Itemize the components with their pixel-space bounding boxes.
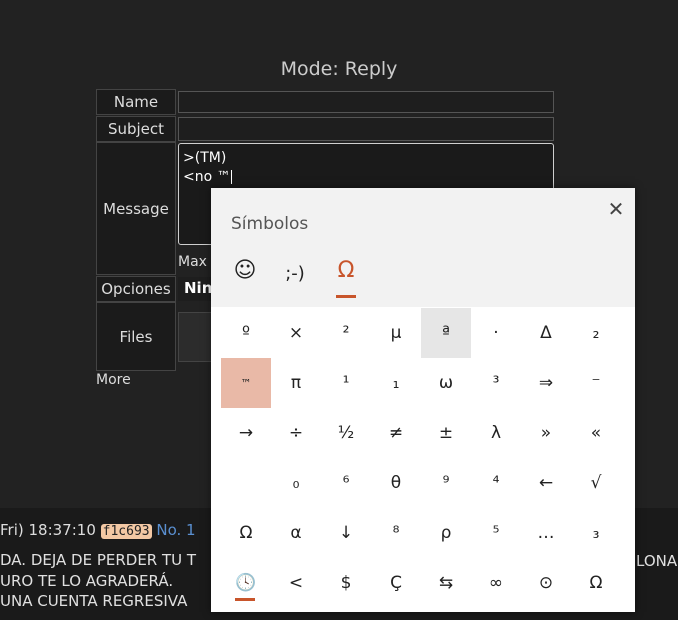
symbol-cell[interactable]: π xyxy=(271,358,321,408)
post-text-line-1: DA. DEJA DE PERDER TU T xyxy=(0,551,197,569)
post-text-line-3: UNA CUENTA REGRESIVA xyxy=(0,592,188,610)
symbol-cell[interactable]: ³ xyxy=(471,358,521,408)
symbol-cell-selected[interactable]: ™ xyxy=(221,358,271,408)
symbol-cell[interactable] xyxy=(221,458,271,508)
symbol-cell[interactable]: … xyxy=(521,508,571,558)
symbol-cell[interactable]: » xyxy=(521,408,571,458)
symbol-cell[interactable]: · xyxy=(471,308,521,358)
picker-header: Símbolos ✕ ☺ ;-) Ω xyxy=(211,188,635,307)
mode-title: Mode: Reply xyxy=(280,58,398,80)
symbol-cell[interactable]: ⁸ xyxy=(371,508,421,558)
message-label: Message xyxy=(96,142,176,275)
post-time: Fri) 18:37:10 xyxy=(0,521,96,539)
symbol-cell[interactable]: « xyxy=(571,408,621,458)
symbol-cell[interactable]: θ xyxy=(371,458,421,508)
symbol-cell[interactable]: µ xyxy=(371,308,421,358)
greek-category-tab[interactable]: Ω xyxy=(571,558,621,608)
symbol-cell[interactable]: ⁶ xyxy=(321,458,371,508)
symbol-cell-hovered[interactable]: ª xyxy=(421,308,471,358)
symbol-picker-panel: Símbolos ✕ ☺ ;-) Ω º × ² µ ª · Δ ₂ ™ π ¹… xyxy=(211,188,635,612)
math-category-tab[interactable]: ∞ xyxy=(471,558,521,608)
symbol-cell[interactable]: → xyxy=(221,408,271,458)
symbol-cell[interactable]: ⁴ xyxy=(471,458,521,508)
post-text-line-1-right: LONAS xyxy=(636,552,678,570)
punctuation-category-tab[interactable]: < xyxy=(271,558,321,608)
name-input[interactable] xyxy=(178,91,554,113)
post-number-link[interactable]: No. 1 xyxy=(156,521,195,539)
symbol-cell[interactable]: ¹ xyxy=(321,358,371,408)
symbol-cell[interactable]: ₂ xyxy=(571,308,621,358)
kaomoji-tab[interactable]: ;-) xyxy=(275,258,315,290)
symbol-cell[interactable]: √ xyxy=(571,458,621,508)
symbol-cell[interactable]: α xyxy=(271,508,321,558)
text-caret xyxy=(230,170,232,184)
subject-label: Subject xyxy=(96,116,176,142)
picker-footer: 🕓 < $ Ç ⇆ ∞ ⊙ Ω xyxy=(211,558,635,612)
symbol-cell[interactable]: ρ xyxy=(421,508,471,558)
symbol-cell[interactable]: ÷ xyxy=(271,408,321,458)
symbol-cell[interactable]: ⁹ xyxy=(421,458,471,508)
files-label: Files xyxy=(96,302,176,371)
shapes-category-tab[interactable]: ⊙ xyxy=(521,558,571,608)
symbols-tab[interactable]: Ω xyxy=(326,258,366,290)
arrows-category-tab[interactable]: ⇆ xyxy=(421,558,471,608)
latin-category-tab[interactable]: Ç xyxy=(371,558,421,608)
subject-input[interactable] xyxy=(178,117,554,141)
symbol-cell[interactable]: ⁻ xyxy=(571,358,621,408)
symbol-cell[interactable]: × xyxy=(271,308,321,358)
picker-title: Símbolos xyxy=(231,214,309,234)
message-line-1: >(TM) xyxy=(183,150,227,166)
symbol-cell[interactable]: ₁ xyxy=(371,358,421,408)
post-id-badge[interactable]: f1c693 xyxy=(100,524,152,539)
symbol-cell[interactable]: ↓ xyxy=(321,508,371,558)
post-header: Fri) 18:37:10 f1c693 No. 1 xyxy=(0,521,196,539)
currency-category-tab[interactable]: $ xyxy=(321,558,371,608)
symbol-cell[interactable]: ₀ xyxy=(271,458,321,508)
symbol-cell[interactable]: ω xyxy=(421,358,471,408)
close-icon[interactable]: ✕ xyxy=(605,198,627,220)
symbol-cell[interactable]: ₃ xyxy=(571,508,621,558)
symbol-cell[interactable]: ← xyxy=(521,458,571,508)
symbol-cell[interactable]: Δ xyxy=(521,308,571,358)
symbol-cell[interactable]: λ xyxy=(471,408,521,458)
active-category-indicator xyxy=(235,598,255,601)
symbol-cell[interactable]: º xyxy=(221,308,271,358)
message-line-2: <no ™ xyxy=(183,169,232,185)
options-label: Opciones xyxy=(96,276,176,302)
symbol-cell[interactable]: ⁵ xyxy=(471,508,521,558)
name-label: Name xyxy=(96,89,176,115)
symbol-cell[interactable]: ≠ xyxy=(371,408,421,458)
max-length-label: Max xyxy=(178,254,207,270)
symbol-cell[interactable]: ½ xyxy=(321,408,371,458)
symbol-cell[interactable]: ⇒ xyxy=(521,358,571,408)
symbol-cell[interactable]: ² xyxy=(321,308,371,358)
more-link[interactable]: More xyxy=(96,372,131,388)
active-tab-indicator xyxy=(336,295,356,298)
symbol-cell[interactable]: ± xyxy=(421,408,471,458)
post-text-line-2: URO TE LO AGRADERÁ. xyxy=(0,572,174,590)
emoji-tab[interactable]: ☺ xyxy=(225,258,265,290)
symbol-cell[interactable]: Ω xyxy=(221,508,271,558)
